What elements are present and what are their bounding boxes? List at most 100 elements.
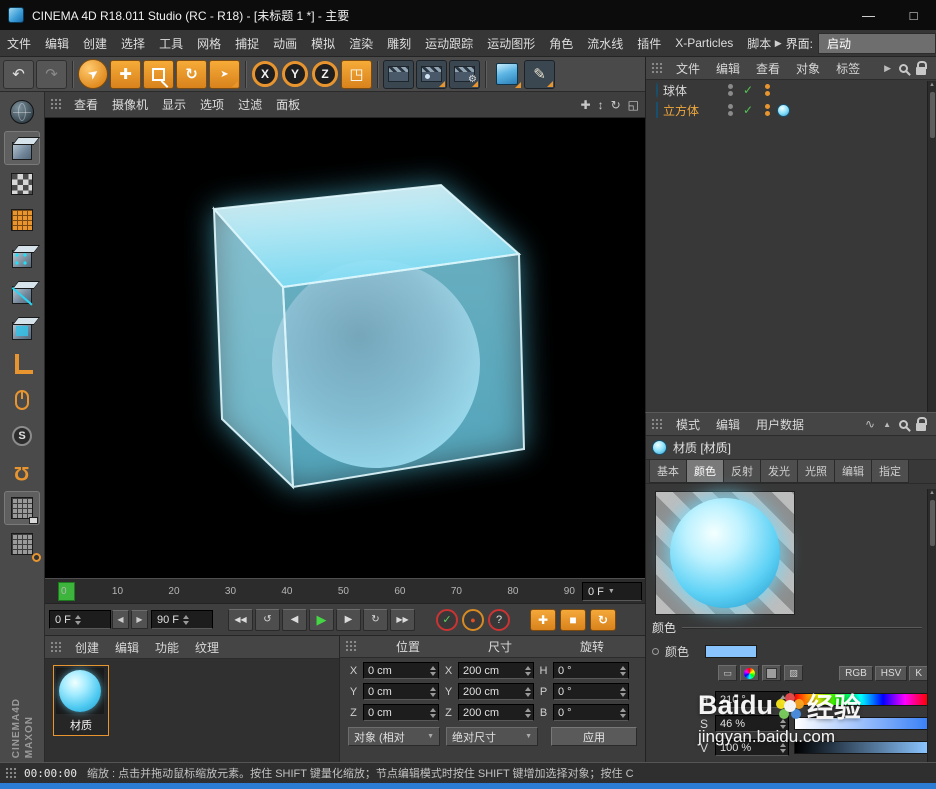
object-menu-item[interactable]: 查看 — [748, 60, 788, 77]
stepper-icon[interactable] — [780, 719, 786, 729]
rotate-tool-button[interactable]: ↻ — [176, 60, 207, 89]
stepper-icon[interactable] — [620, 666, 626, 676]
pos-y-field[interactable]: 0 cm — [363, 683, 439, 700]
stepper-icon[interactable] — [430, 666, 436, 676]
stepper-icon[interactable] — [525, 666, 531, 676]
last-tool-button[interactable]: ➤ — [209, 60, 240, 89]
object-menu-item[interactable]: 对象 — [788, 60, 828, 77]
attribute-menu-item[interactable]: 编辑 — [708, 416, 748, 433]
panel-grip[interactable] — [50, 98, 62, 111]
menu-item[interactable]: 角色 — [542, 35, 580, 52]
material-preview[interactable] — [655, 491, 795, 615]
stepper-icon[interactable] — [620, 687, 626, 697]
visibility-dots[interactable] — [721, 84, 739, 96]
saturation-slider[interactable] — [794, 717, 928, 730]
stepper-icon[interactable] — [780, 743, 786, 753]
tag-dots[interactable] — [757, 104, 777, 116]
material-thumbnail[interactable] — [56, 668, 104, 714]
color-section-header[interactable]: 颜色 — [652, 619, 922, 636]
workplane-mode-button[interactable] — [4, 527, 40, 561]
orbit-view-icon[interactable]: ↻ — [611, 99, 621, 111]
value-field[interactable]: 100 % — [715, 739, 789, 756]
tab-luminance[interactable]: 发光 — [760, 459, 797, 483]
object-menu-item[interactable]: 编辑 — [708, 60, 748, 77]
enabled-check-icon[interactable]: ✓ — [739, 83, 757, 97]
stepper-icon[interactable] — [430, 687, 436, 697]
record-keyframe-button[interactable]: ✓ — [436, 609, 458, 631]
minimize-button[interactable]: — — [846, 0, 891, 30]
search-icon[interactable] — [899, 64, 908, 73]
object-menu-item[interactable]: 文件 — [668, 60, 708, 77]
zoom-view-icon[interactable]: ↕ — [598, 99, 604, 111]
texture-mode-button[interactable] — [4, 167, 40, 201]
stepper-icon[interactable] — [525, 687, 531, 697]
scale-tool-button[interactable] — [143, 60, 174, 89]
menu-item[interactable]: 运动跟踪 — [418, 35, 480, 52]
uv-mode-button[interactable] — [4, 203, 40, 237]
autokey-button[interactable]: ● — [462, 609, 484, 631]
interface-arrow-icon[interactable]: ▶ — [775, 38, 782, 49]
add-primitive-button[interactable] — [491, 60, 522, 89]
saturation-field[interactable]: 46 % — [715, 715, 789, 732]
tab-illumination[interactable]: 光照 — [797, 459, 834, 483]
size-z-field[interactable]: 200 cm — [458, 704, 534, 721]
lock-icon[interactable] — [916, 423, 926, 431]
material-menu-item[interactable]: 创建 — [67, 639, 107, 656]
point-mode-button[interactable] — [4, 239, 40, 273]
menu-item[interactable]: 雕刻 — [380, 35, 418, 52]
color-wheel-icon[interactable] — [740, 665, 759, 681]
viewport-menu-item[interactable]: 面板 — [269, 96, 307, 113]
render-view-button[interactable] — [383, 60, 414, 89]
keyframe-selection-button[interactable]: ? — [488, 609, 510, 631]
toggle-view-icon[interactable]: ◱ — [628, 99, 639, 111]
attribute-menu-item[interactable]: 模式 — [668, 416, 708, 433]
hue-field[interactable]: 210 ° — [715, 691, 789, 708]
panel-grip[interactable] — [651, 62, 663, 75]
rgb-mode-button[interactable]: RGB — [839, 666, 873, 681]
next-frame-button[interactable]: ▶ — [336, 609, 361, 631]
scroll-thumb[interactable] — [930, 92, 935, 138]
k-mode-button[interactable]: K — [909, 666, 928, 681]
panel-grip[interactable] — [651, 418, 663, 431]
timeline-ruler[interactable]: 0102030405060708090 0 F ▼ — [45, 578, 645, 604]
viewport-menu-item[interactable]: 查看 — [67, 96, 105, 113]
menu-item[interactable]: 编辑 — [38, 35, 76, 52]
end-frame-field[interactable]: 90 F — [151, 610, 213, 629]
move-tool-button[interactable]: ✚ — [110, 60, 141, 89]
coord-mode-dropdown[interactable]: 对象 (相对▼ — [348, 727, 440, 746]
z-axis-lock-button[interactable]: Z — [312, 61, 338, 87]
stepper-icon[interactable] — [780, 695, 786, 705]
keyframe-dot-icon[interactable] — [652, 648, 659, 655]
menu-item[interactable]: 插件 — [630, 35, 668, 52]
pos-x-field[interactable]: 0 cm — [363, 662, 439, 679]
y-axis-lock-button[interactable]: Y — [282, 61, 308, 87]
key-rotation-button[interactable]: ↻ — [590, 609, 616, 631]
title-bar[interactable]: CINEMA 4D R18.011 Studio (RC - R18) - [未… — [0, 0, 936, 30]
coordinate-system-button[interactable]: ◳ — [341, 60, 372, 89]
screen-picker-icon[interactable]: ▭ — [718, 665, 737, 681]
material-item[interactable]: 材质 — [53, 665, 109, 736]
enable-axis-button[interactable] — [4, 347, 40, 381]
render-settings-button[interactable]: ⚙ — [449, 60, 480, 89]
menu-item[interactable]: 网格 — [190, 35, 228, 52]
stepper-icon[interactable] — [620, 708, 626, 718]
menu-item[interactable]: X-Particles — [668, 36, 740, 50]
menu-item[interactable]: 动画 — [266, 35, 304, 52]
panel-grip[interactable] — [50, 641, 62, 654]
interface-dropdown[interactable]: 启动 — [818, 33, 936, 54]
viewport-menu-item[interactable]: 过滤 — [231, 96, 269, 113]
goto-end-button[interactable]: ▶▶ — [390, 609, 415, 631]
stepper-icon[interactable] — [525, 708, 531, 718]
pos-z-field[interactable]: 0 cm — [363, 704, 439, 721]
image-icon[interactable]: ▨ — [784, 665, 803, 681]
object-name[interactable]: 球体 — [663, 82, 721, 99]
viewport-solo-button[interactable] — [4, 383, 40, 417]
apply-button[interactable]: 应用 — [551, 727, 637, 746]
viewport-menu-item[interactable]: 摄像机 — [105, 96, 155, 113]
history-icon[interactable]: ∿ — [865, 417, 875, 431]
tag-dots[interactable] — [757, 84, 777, 96]
material-menu-item[interactable]: 纹理 — [187, 639, 227, 656]
hsv-mode-button[interactable]: HSV — [875, 666, 908, 681]
scroll-thumb[interactable] — [930, 500, 935, 546]
maximize-button[interactable]: □ — [891, 0, 936, 30]
